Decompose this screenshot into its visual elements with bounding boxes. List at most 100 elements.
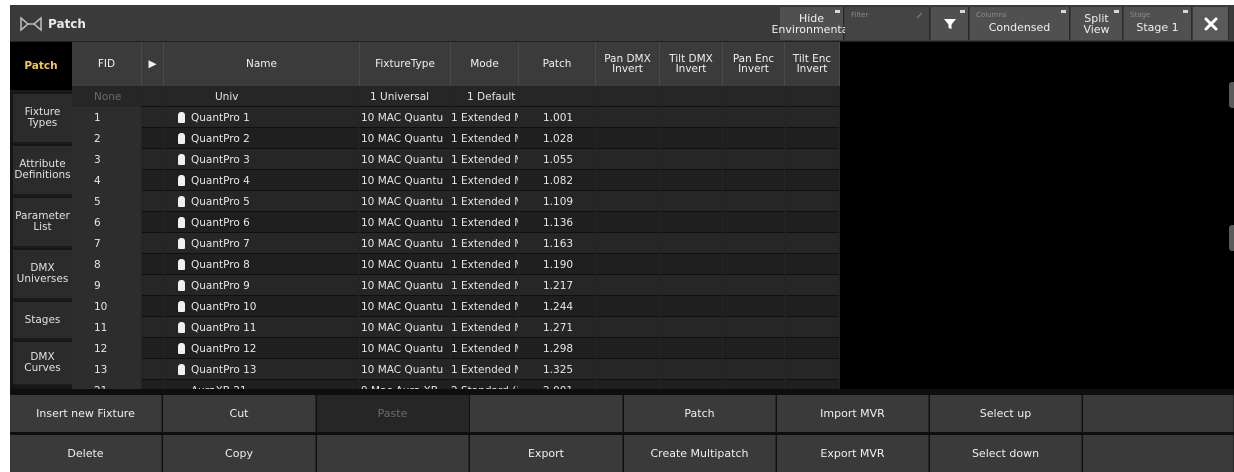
tilt-dmx-invert-cell xyxy=(660,86,723,107)
column-header-fid[interactable]: FID xyxy=(72,42,142,86)
patch-cell: 1.028 xyxy=(519,128,596,149)
patch-icon xyxy=(20,15,42,32)
import-mvr-button[interactable]: Import MVR xyxy=(777,395,929,432)
column-header-tilt-dmx-invert[interactable]: Tilt DMX Invert xyxy=(660,42,723,86)
pan-enc-invert-cell xyxy=(723,149,785,170)
header-label-line: Invert xyxy=(738,63,769,75)
table-row[interactable]: 8 QuantPro 8 10 MAC Quantu1 Extended Mo1.1… xyxy=(72,254,840,275)
moving-head-icon xyxy=(178,112,185,123)
filter-button[interactable] xyxy=(931,7,969,40)
sidebar-item-dmx-universes[interactable]: DMX Universes xyxy=(13,250,72,300)
column-header-fixturetype[interactable]: FixtureType xyxy=(360,42,451,86)
fid-cell: 12 xyxy=(72,338,142,359)
column-header-pan-enc-invert[interactable]: Pan Enc Invert xyxy=(723,42,785,86)
pan-dmx-invert-cell xyxy=(596,86,660,107)
tilt-enc-invert-cell xyxy=(785,86,840,107)
expander-cell xyxy=(142,191,164,212)
name-cell: QuantPro 5 xyxy=(164,191,360,212)
scroll-handle-top[interactable] xyxy=(1229,82,1234,108)
tilt-dmx-invert-cell xyxy=(660,212,723,233)
fixture-table[interactable]: FID ▶ Name FixtureType Mode Patch Pan DMX Inver… xyxy=(72,42,840,389)
column-header-label: ▶ xyxy=(148,59,156,70)
button-label: Select down xyxy=(971,447,1040,460)
sidebar-label-line: Patch xyxy=(24,59,58,72)
universal-row[interactable]: None Univ 1 Universal 1 Default xyxy=(72,86,840,107)
table-row[interactable]: 5 QuantPro 5 10 MAC Quantu1 Extended Mo1.1… xyxy=(72,191,840,212)
pan-dmx-invert-cell xyxy=(596,254,660,275)
patch-cell: 2.001 xyxy=(519,380,596,389)
table-row[interactable]: 2 QuantPro 2 10 MAC Quantu1 Extended Mo1.0… xyxy=(72,128,840,149)
fixture-type-cell: 10 MAC Quantu xyxy=(360,170,451,191)
fixture-type-cell: 10 MAC Quantu xyxy=(360,233,451,254)
corner-indicator xyxy=(1114,10,1119,13)
copy-button[interactable]: Copy xyxy=(163,435,316,472)
table-row[interactable]: 13 QuantPro 13 10 MAC Quantu1 Extended Mo1… xyxy=(72,359,840,380)
export-button[interactable]: Export xyxy=(470,435,623,472)
tilt-enc-invert-cell xyxy=(785,191,840,212)
column-header-label: Pan Enc Invert xyxy=(733,54,774,75)
column-header-expand[interactable]: ▶ xyxy=(142,42,164,86)
scroll-handle-bottom[interactable] xyxy=(1229,225,1234,251)
table-row[interactable]: 9 QuantPro 9 10 MAC Quantu1 Extended Mo1.2… xyxy=(72,275,840,296)
table-row[interactable]: 1 QuantPro 1 10 MAC Quantu1 Extended Mo1.0… xyxy=(72,107,840,128)
table-row[interactable]: 12 QuantPro 12 10 MAC Quantu1 Extended Mo1… xyxy=(72,338,840,359)
fid-cell: 9 xyxy=(72,275,142,296)
table-row[interactable]: 3 QuantPro 3 10 MAC Quantu1 Extended Mo1.0… xyxy=(72,149,840,170)
window-title: Patch xyxy=(48,16,86,31)
table-row[interactable]: 21 AuraXB 21 9 Mac Aura XB2 Standard (142.… xyxy=(72,380,840,389)
fixture-type-cell: 10 MAC Quantu xyxy=(360,359,451,380)
patch-cell: 1.217 xyxy=(519,275,596,296)
expander-cell xyxy=(142,359,164,380)
tilt-enc-invert-cell xyxy=(785,296,840,317)
hide-environmental-button[interactable]: Hide Environmental xyxy=(771,7,852,40)
pan-dmx-invert-cell xyxy=(596,212,660,233)
columns-dropdown[interactable]: Columns Condensed xyxy=(970,7,1070,40)
name-cell: QuantPro 11 xyxy=(164,317,360,338)
sidebar-item-fixture-types[interactable]: Fixture Types xyxy=(13,94,72,144)
empty-panel xyxy=(840,42,1234,389)
column-header-tilt-enc-invert[interactable]: Tilt Enc Invert xyxy=(785,42,840,86)
sidebar-label-line: Types xyxy=(27,117,58,129)
pan-enc-invert-cell xyxy=(723,317,785,338)
table-row[interactable]: 11 QuantPro 11 10 MAC Quantu1 Extended Mo1… xyxy=(72,317,840,338)
stage-dropdown[interactable]: Stage Stage 1 xyxy=(1124,7,1192,40)
sidebar-item-attribute-definitions[interactable]: Attribute Definitions xyxy=(13,146,72,196)
funnel-icon xyxy=(943,18,956,29)
sidebar-label-line: Curves xyxy=(24,362,61,374)
table-row[interactable]: 4 QuantPro 4 10 MAC Quantu1 Extended Mo1.0… xyxy=(72,170,840,191)
select-up-button[interactable]: Select up xyxy=(930,395,1082,432)
patch-button[interactable]: Patch xyxy=(624,395,776,432)
insert-new-fixture-button[interactable]: Insert new Fixture xyxy=(10,395,162,432)
column-header-mode[interactable]: Mode xyxy=(451,42,519,86)
delete-button[interactable]: Delete xyxy=(10,435,162,472)
column-header-patch[interactable]: Patch xyxy=(519,42,596,86)
tilt-dmx-invert-cell xyxy=(660,191,723,212)
select-down-button[interactable]: Select down xyxy=(930,435,1082,472)
pan-dmx-invert-cell xyxy=(596,380,660,389)
fixture-type-cell: 10 MAC Quantu xyxy=(360,191,451,212)
create-multipatch-button[interactable]: Create Multipatch xyxy=(624,435,776,472)
pan-enc-invert-cell xyxy=(723,212,785,233)
empty-button xyxy=(1083,395,1234,432)
filter-input[interactable]: Filter xyxy=(845,7,930,40)
pan-dmx-invert-cell xyxy=(596,317,660,338)
cut-button[interactable]: Cut xyxy=(163,395,316,432)
tilt-enc-invert-cell xyxy=(785,233,840,254)
column-header-name[interactable]: Name xyxy=(164,42,360,86)
export-mvr-button[interactable]: Export MVR xyxy=(777,435,929,472)
table-row[interactable]: 10 QuantPro 10 10 MAC Quantu1 Extended Mo1… xyxy=(72,296,840,317)
split-view-button[interactable]: Split View xyxy=(1071,7,1123,40)
fid-cell: 7 xyxy=(72,233,142,254)
close-button[interactable] xyxy=(1193,7,1229,40)
sidebar-item-parameter-list[interactable]: Parameter List xyxy=(13,198,72,248)
sidebar-item-patch[interactable]: Patch xyxy=(10,42,72,92)
sidebar-label-line: List xyxy=(33,221,52,233)
column-header-pan-dmx-invert[interactable]: Pan DMX Invert xyxy=(596,42,660,86)
moving-head-icon xyxy=(178,259,185,270)
table-row[interactable]: 6 QuantPro 6 10 MAC Quantu1 Extended Mo1.1… xyxy=(72,212,840,233)
sidebar-item-stages[interactable]: Stages xyxy=(13,302,72,340)
sidebar-item-dmx-curves[interactable]: DMX Curves xyxy=(13,342,72,386)
mode-cell: 1 Extended Mo xyxy=(451,212,519,233)
table-row[interactable]: 7 QuantPro 7 10 MAC Quantu1 Extended Mo1.1… xyxy=(72,233,840,254)
fixture-name: QuantPro 8 xyxy=(191,258,250,271)
